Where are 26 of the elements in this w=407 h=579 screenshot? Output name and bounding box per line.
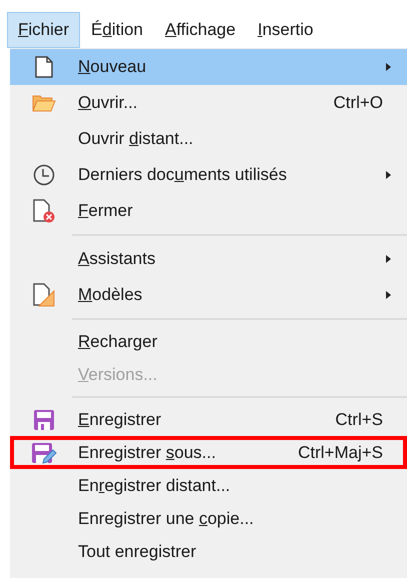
menu-item[interactable]: Enregistrer sous... Ctrl+Maj+S <box>10 436 407 469</box>
menu-item[interactable]: Nouveau <box>10 49 407 85</box>
menu-bar-item[interactable]: Édition <box>80 12 154 48</box>
menu-item[interactable]: Fermer <box>10 193 407 229</box>
menu-item[interactable]: Tout enregistrer <box>10 535 407 568</box>
menu-item[interactable]: Modèles <box>10 277 407 313</box>
menu-item[interactable]: Enregistrer une copie... <box>10 502 407 535</box>
shortcut-label: Ctrl+Maj+S <box>298 442 383 464</box>
shortcut-label: Ctrl+O <box>333 92 383 114</box>
shortcut-label: Ctrl+S <box>335 408 383 431</box>
menu-item[interactable]: Recharger <box>10 325 407 358</box>
template-icon <box>33 283 55 307</box>
menu-item[interactable]: Assistants <box>10 241 407 277</box>
document-icon <box>35 56 53 78</box>
close-document-icon <box>33 199 55 223</box>
floppy-disk-pencil-icon <box>31 442 57 464</box>
menu-bar-item[interactable]: Fichier <box>7 12 80 48</box>
folder-icon <box>32 94 56 112</box>
menu-item[interactable]: Enregistrer distant... <box>10 469 407 502</box>
menu-item[interactable]: Ouvrir distant... <box>10 121 407 157</box>
menu-bar-item[interactable]: Affichage <box>154 12 247 48</box>
menu-item[interactable]: Ouvrir... Ctrl+O <box>10 85 407 121</box>
menu-bar-item[interactable]: Insertio <box>246 12 324 48</box>
menu-item[interactable]: Derniers documents utilisés <box>10 157 407 193</box>
clock-icon <box>33 164 55 186</box>
menu-item[interactable]: Enregistrer Ctrl+S <box>10 403 407 436</box>
